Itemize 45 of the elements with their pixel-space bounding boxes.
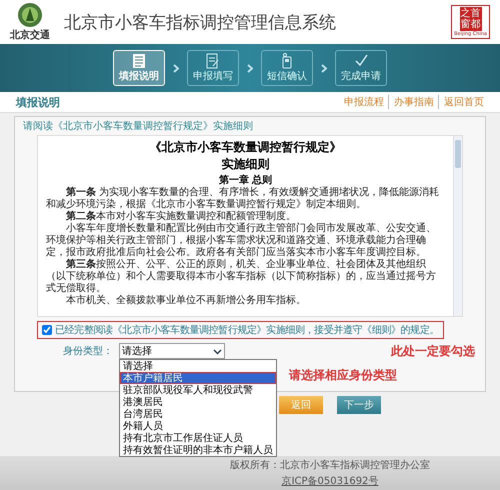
chevron-icon	[321, 64, 327, 72]
site-title: 北京市小客车指标调控管理信息系统	[64, 12, 337, 34]
step-tab[interactable]: 短信确认	[261, 50, 313, 86]
document-title: 《北京市小客车数量调控暂行规定》	[148, 139, 342, 156]
agree-checkbox[interactable]	[42, 325, 52, 335]
scrollbar[interactable]	[453, 136, 462, 316]
step-tab[interactable]: 填报说明	[113, 50, 165, 86]
document-link[interactable]: 请阅读《北京市小客车数量调控暂行规定》实施细则	[23, 119, 477, 133]
icp-link[interactable]: 京ICP备05031692号	[282, 474, 378, 488]
logo-caption: 北京交通	[10, 28, 50, 42]
copyright-text: 版权所有：北京市小客车指标调控管理办公室	[230, 458, 430, 472]
paragraph: 第三条按照公开、公平、公正的原则，机关、企业事业单位、社会团体及其他组织（以下统称单位）和个人需要取得本市小客车指标（以下简称指标）的，应当通过摇号方式无偿取得。	[46, 259, 437, 294]
dropdown-option[interactable]: 驻京部队现役军人和现役武警	[120, 384, 276, 396]
dropdown-option[interactable]: 本市户籍居民	[120, 372, 276, 384]
edit-document-icon	[206, 53, 220, 69]
annotation-text: 此处一定要勾选	[391, 342, 475, 360]
document-subtitle: 实施细则	[220, 156, 270, 173]
paragraph: 本市机关、全额拨款事业单位不再新增公务用车指标。	[65, 295, 307, 307]
document-icon	[132, 53, 146, 69]
agreement-text: 已经完整阅读《北京市小客车数量调控暂行规定》实施细则，接受并遵守《细则》的规定。	[55, 324, 440, 337]
chapter-heading: 第一章 总则	[218, 173, 274, 186]
chevron-icon	[247, 64, 253, 72]
nav-link[interactable]: 申报流程	[344, 95, 384, 109]
step-tab[interactable]: 完成申请	[335, 50, 387, 86]
identity-label: 身份类型：	[63, 344, 113, 358]
section-title: 填报说明	[16, 94, 60, 110]
dropdown-option[interactable]: 请选择	[120, 360, 276, 372]
paragraph: 小客车年度增长数量和配置比例由市交通行政主管部门会同市发展改革、公安交通、环境保护等相关行政主管部门，根据小客车需求状况和道路交通、环境承载能力合理确定，报市政府批准后向社会公布。政府各有关部门应当落实本市小客车年度调控目标。	[46, 223, 437, 258]
next-button[interactable]: 下一步	[337, 396, 381, 414]
nav-link[interactable]: 办事指南	[388, 95, 434, 109]
dropdown-option[interactable]: 港澳居民	[120, 396, 276, 408]
dropdown-option[interactable]: 持有北京市工作居住证人员	[120, 432, 276, 444]
paragraph: 第二条本市对小客车实施数量调控和配额管理制度。	[65, 211, 297, 222]
annotation-text: 请选择相应身份类型	[289, 367, 397, 384]
dropdown-option[interactable]: 外籍人员	[120, 420, 276, 432]
paragraph: 第一条 为实现小客车数量的合理、有序增长，有效缓解交通拥堵状况，降低能源消耗和减少环境污染，根据《北京市小客车数量调控暂行规定》制定本细则。	[46, 187, 440, 210]
dropdown-option[interactable]: 台湾居民	[120, 408, 276, 420]
logo-icon	[17, 2, 43, 28]
phone-icon	[280, 53, 294, 69]
nav-link[interactable]: 返回首页	[438, 95, 484, 109]
identity-select[interactable]: 请选择	[119, 343, 225, 359]
dropdown-option[interactable]: 持有效暂住证明的非本市户籍人员	[120, 444, 276, 456]
chevron-icon	[173, 64, 179, 72]
check-icon	[354, 53, 368, 69]
step-tab[interactable]: 申报填写	[187, 50, 239, 86]
